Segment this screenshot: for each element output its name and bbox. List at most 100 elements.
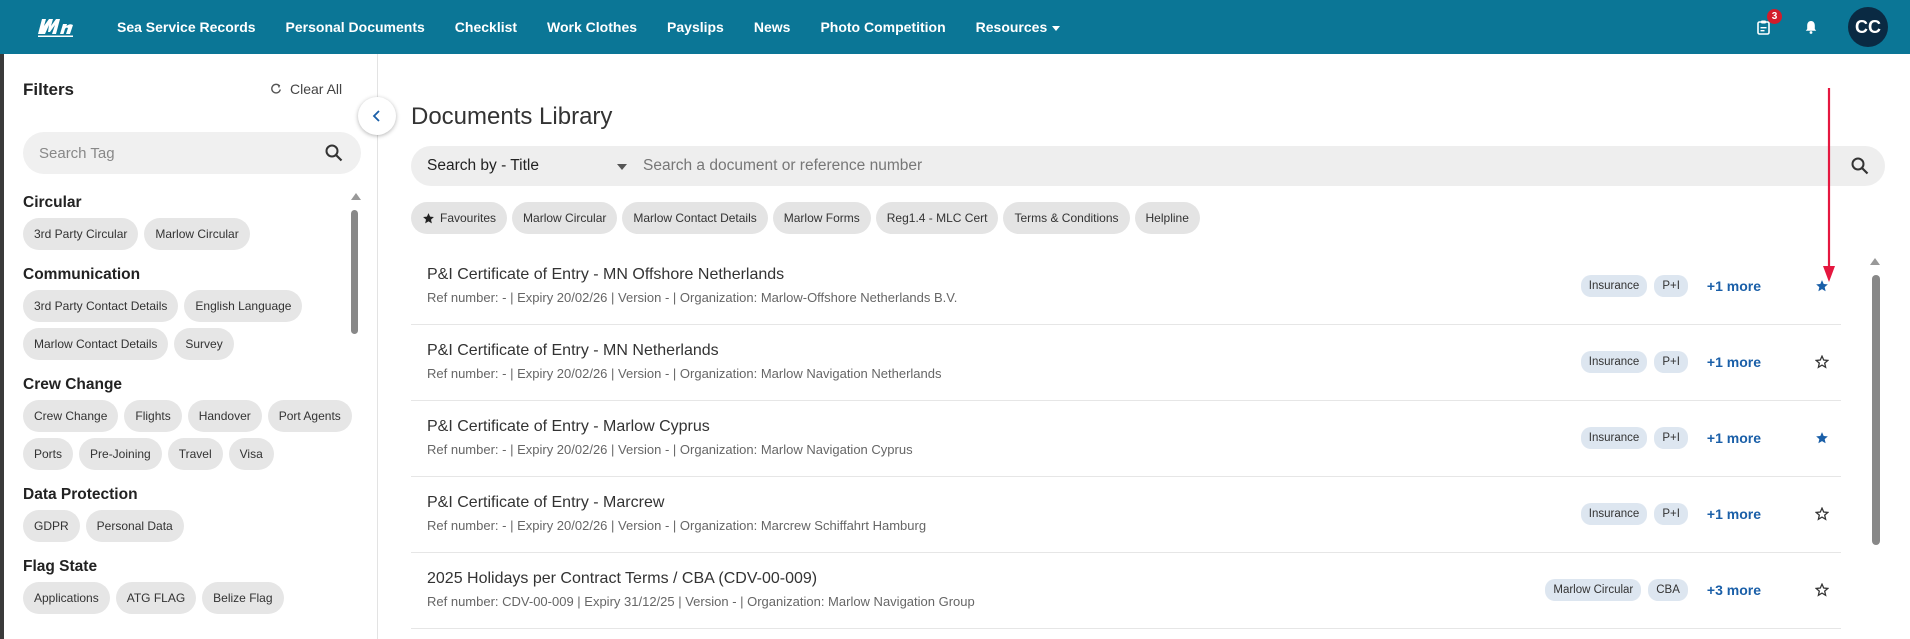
document-tag: P+I — [1654, 275, 1688, 297]
tag-chip[interactable]: Survey — [174, 328, 234, 360]
document-tag: Insurance — [1580, 275, 1648, 297]
document-row[interactable]: P&I Certificate of Entry - MN Offshore N… — [411, 249, 1841, 325]
search-icon[interactable] — [1851, 157, 1869, 175]
search-by-dropdown[interactable]: Search by - Title — [427, 157, 627, 175]
document-meta: Ref number: - | Expiry 20/02/26 | Versio… — [427, 442, 913, 457]
search-tag-field[interactable] — [23, 132, 361, 174]
document-row[interactable]: P&I Certificate of Entry - Marcrew Ref n… — [411, 477, 1841, 553]
nav-work-clothes[interactable]: Work Clothes — [547, 19, 637, 35]
document-meta: Ref number: - | Expiry 20/02/26 | Versio… — [427, 518, 927, 533]
document-tag: P+I — [1654, 351, 1688, 373]
quick-filter-chip[interactable]: Reg1.4 - MLC Cert — [875, 202, 999, 234]
tag-chip[interactable]: Belize Flag — [202, 582, 284, 614]
annotation-arrow-icon — [1823, 88, 1835, 282]
document-tag: CBA — [1648, 579, 1688, 601]
caret-down-icon — [617, 164, 627, 170]
search-icon[interactable] — [325, 144, 343, 162]
tag-chip[interactable]: Marlow Circular — [144, 218, 250, 250]
nav-checklist[interactable]: Checklist — [455, 19, 517, 35]
nav-resources-label: Resources — [975, 19, 1048, 35]
star-outline-icon[interactable] — [1815, 355, 1829, 369]
list-scrollbar-thumb[interactable] — [1872, 275, 1880, 545]
quick-filter-chip[interactable]: Helpline — [1134, 202, 1200, 234]
refresh-icon — [271, 83, 281, 94]
user-avatar[interactable]: CC — [1848, 7, 1888, 47]
document-title[interactable]: P&I Certificate of Entry - MN Netherland… — [427, 342, 719, 360]
tag-chip[interactable]: Marlow Contact Details — [23, 328, 169, 360]
document-meta: Ref number: - | Expiry 20/02/26 | Versio… — [427, 366, 942, 381]
document-tag: Insurance — [1580, 427, 1648, 449]
tag-chip[interactable]: GDPR — [23, 510, 80, 542]
document-row[interactable]: P&I Certificate of Entry - MN Netherland… — [411, 325, 1841, 401]
star-icon — [423, 212, 434, 223]
more-tags-link[interactable]: +1 more — [1707, 506, 1761, 522]
notifications-button[interactable] — [1800, 16, 1822, 38]
group-title-circular: Circular — [23, 194, 82, 211]
more-tags-link[interactable]: +3 more — [1707, 582, 1761, 598]
marlow-logo[interactable] — [36, 16, 76, 38]
document-meta: Ref number: - | Expiry 20/02/26 | Versio… — [427, 290, 958, 305]
quick-filter-label: Favourites — [440, 211, 497, 225]
page-title: Documents Library — [411, 103, 613, 130]
nav-news[interactable]: News — [754, 19, 791, 35]
star-outline-icon[interactable] — [1815, 507, 1829, 521]
document-title[interactable]: P&I Certificate of Entry - Marlow Cyprus — [427, 418, 710, 436]
document-tag: Insurance — [1580, 351, 1648, 373]
quick-filter-chip[interactable]: Marlow Contact Details — [622, 202, 768, 234]
tag-chip[interactable]: Handover — [187, 400, 262, 432]
search-by-value: Search by - Title — [427, 157, 539, 174]
more-tags-link[interactable]: +1 more — [1707, 354, 1761, 370]
document-tag: Insurance — [1580, 503, 1648, 525]
document-row[interactable]: 2025 Holidays per Contract Terms / CBA (… — [411, 553, 1841, 629]
star-outline-icon[interactable] — [1815, 583, 1829, 597]
tasks-button[interactable]: 3 — [1752, 9, 1782, 38]
document-tag: P+I — [1654, 427, 1688, 449]
quick-filter-chip[interactable]: Marlow Circular — [512, 202, 618, 234]
quick-filter-favourites[interactable]: Favourites — [411, 202, 508, 234]
sidebar-scroll-up-arrow[interactable] — [351, 193, 361, 200]
filters-title: Filters — [23, 80, 75, 99]
search-tag-input[interactable] — [39, 144, 309, 162]
tag-chip[interactable]: 3rd Party Contact Details — [23, 290, 179, 322]
tag-chip[interactable]: 3rd Party Circular — [23, 218, 139, 250]
document-title[interactable]: P&I Certificate of Entry - MN Offshore N… — [427, 266, 784, 284]
tag-chip[interactable]: Travel — [167, 438, 223, 470]
clipboard-icon — [1756, 20, 1770, 35]
clear-all-label: Clear All — [290, 81, 343, 97]
top-navigation-bar: Sea Service Records Personal Documents C… — [0, 0, 1910, 54]
document-title[interactable]: 2025 Holidays per Contract Terms / CBA (… — [427, 570, 817, 588]
quick-filter-chip[interactable]: Terms & Conditions — [1003, 202, 1130, 234]
tag-chip[interactable]: Pre-Joining — [79, 438, 162, 470]
more-tags-link[interactable]: +1 more — [1707, 430, 1761, 446]
tag-chip[interactable]: Flights — [124, 400, 182, 432]
sidebar-scrollbar-thumb[interactable] — [351, 210, 358, 334]
more-tags-link[interactable]: +1 more — [1707, 278, 1761, 294]
nav-photo-competition[interactable]: Photo Competition — [820, 19, 945, 35]
bell-icon — [1805, 21, 1817, 34]
document-row[interactable]: P&I Certificate of Entry - Marlow Cyprus… — [411, 401, 1841, 477]
tag-chip[interactable]: Port Agents — [267, 400, 352, 432]
caret-down-icon — [1052, 25, 1061, 31]
star-filled-icon[interactable] — [1815, 431, 1829, 445]
document-search-input[interactable] — [643, 157, 1793, 175]
tag-chip[interactable]: English Language — [184, 290, 303, 322]
tag-chip[interactable]: ATG FLAG — [115, 582, 197, 614]
tag-chip[interactable]: Ports — [23, 438, 74, 470]
tag-chip[interactable]: Crew Change — [23, 400, 119, 432]
nav-resources-dropdown[interactable]: Resources — [976, 19, 1061, 35]
list-scroll-up-arrow[interactable] — [1870, 258, 1880, 265]
clear-all-button[interactable]: Clear All — [270, 81, 342, 97]
nav-payslips[interactable]: Payslips — [667, 19, 724, 35]
nav-sea-service-records[interactable]: Sea Service Records — [117, 19, 256, 35]
tag-chip[interactable]: Visa — [228, 438, 274, 470]
tag-chip[interactable]: Personal Data — [85, 510, 184, 542]
tag-chip[interactable]: Applications — [23, 582, 110, 614]
group-title-crew-change: Crew Change — [23, 376, 123, 393]
document-title[interactable]: P&I Certificate of Entry - Marcrew — [427, 494, 664, 512]
group-title-data-protection: Data Protection — [23, 486, 138, 503]
document-tag: Marlow Circular — [1545, 579, 1642, 601]
filters-sidebar: Filters Clear All Circular 3rd Party Cir… — [4, 54, 378, 639]
quick-filter-chip[interactable]: Marlow Forms — [772, 202, 871, 234]
nav-personal-documents[interactable]: Personal Documents — [286, 19, 425, 35]
document-list: P&I Certificate of Entry - MN Offshore N… — [411, 249, 1841, 629]
